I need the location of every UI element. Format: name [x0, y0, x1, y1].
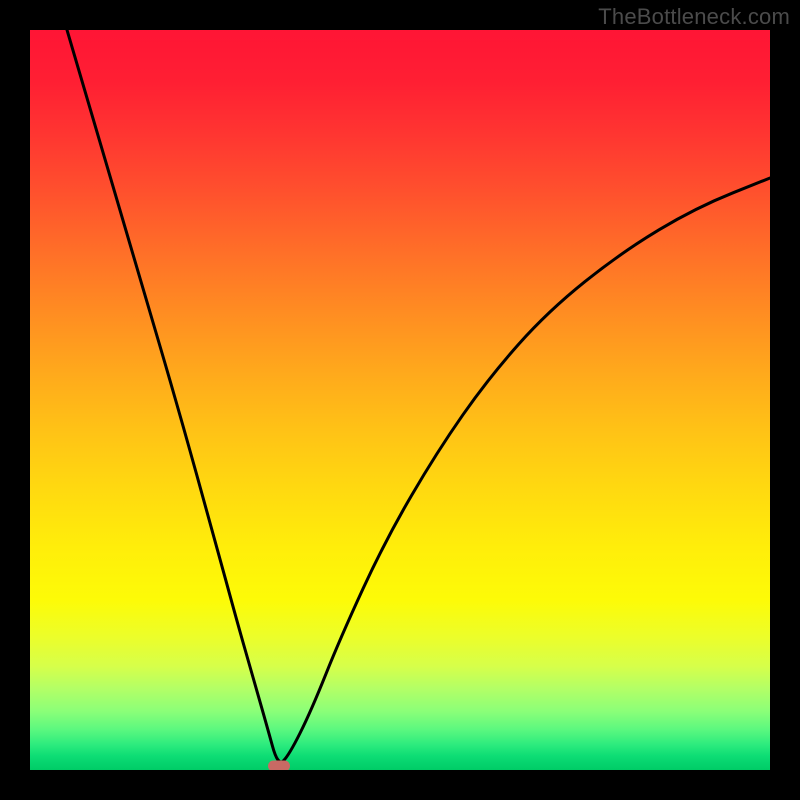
- plot-area: [30, 30, 770, 770]
- chart-canvas: TheBottleneck.com: [0, 0, 800, 800]
- watermark-text: TheBottleneck.com: [598, 4, 790, 30]
- minimum-marker: [268, 761, 290, 771]
- curve-path: [67, 30, 770, 762]
- curve-svg: [30, 30, 770, 770]
